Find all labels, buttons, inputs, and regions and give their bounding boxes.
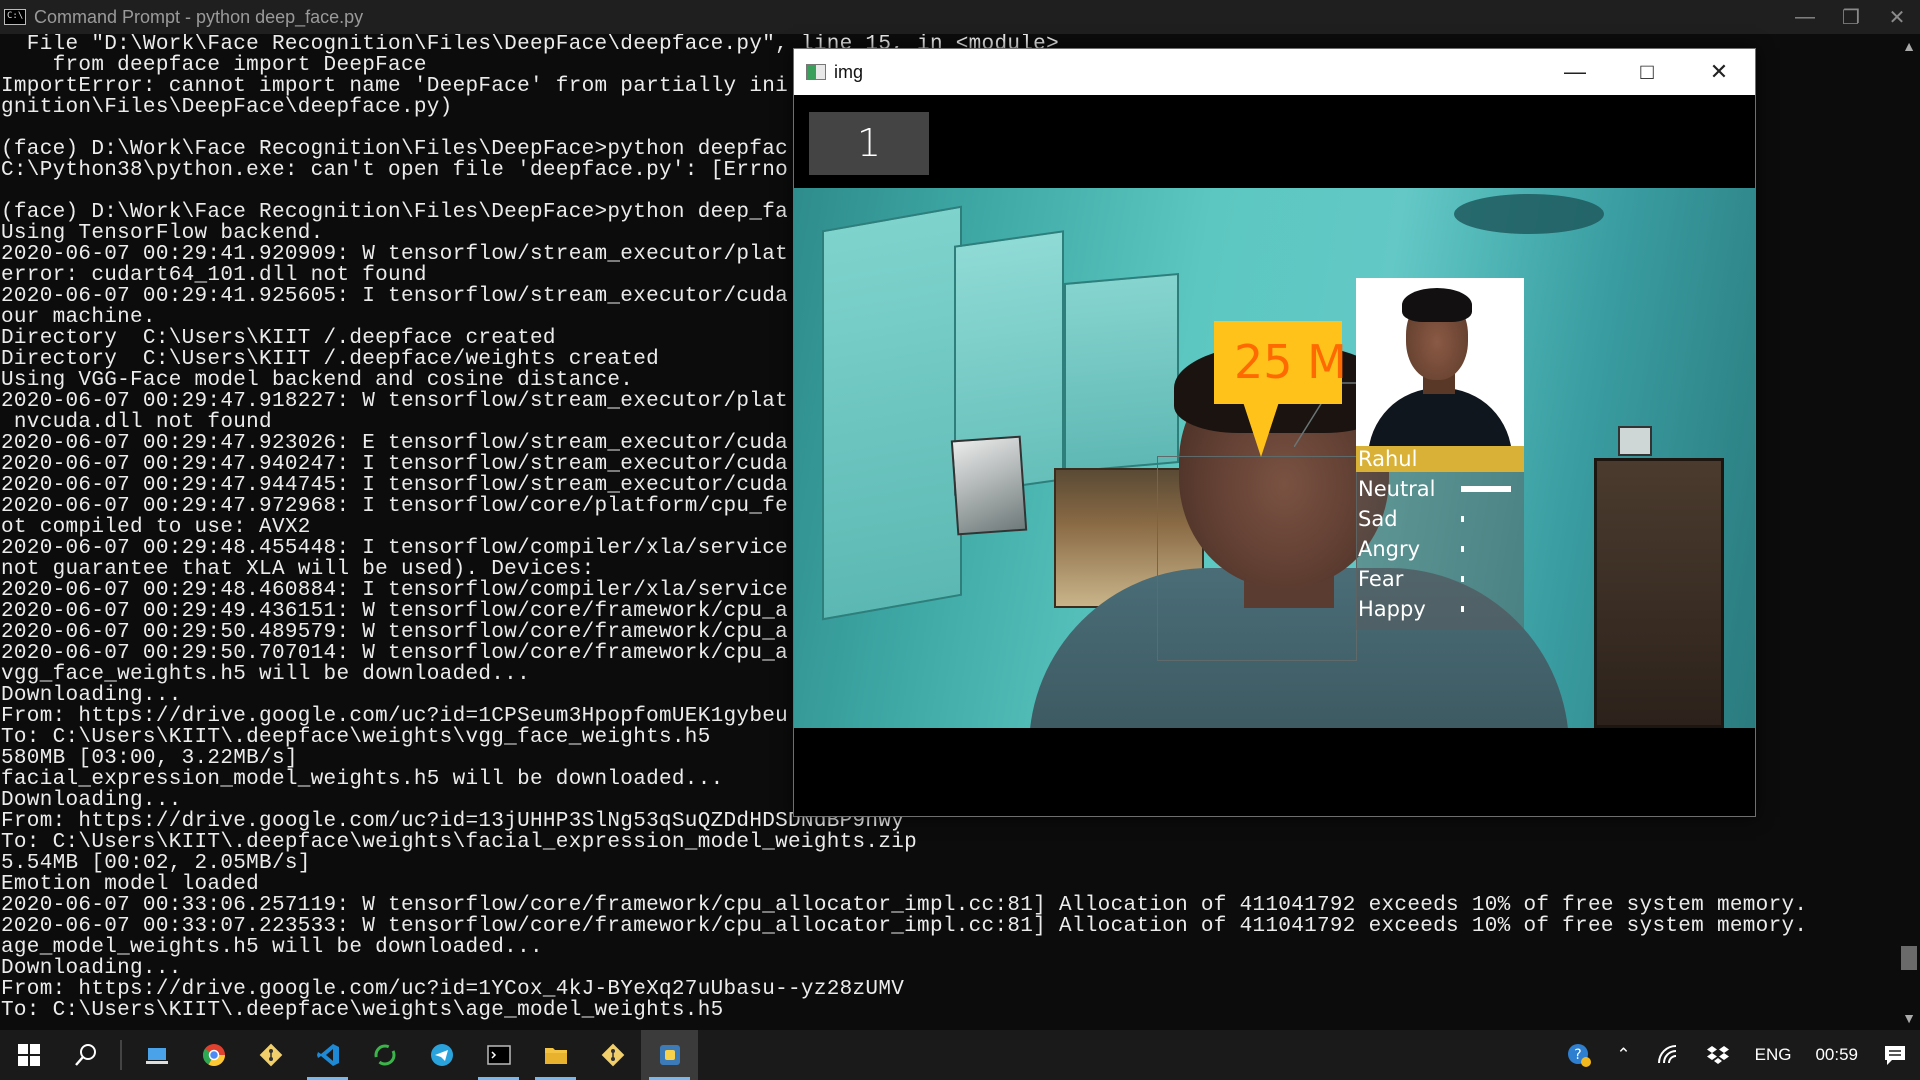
emotion-score-bar	[1461, 516, 1464, 522]
taskbar-app-git[interactable]	[242, 1030, 299, 1080]
computer-icon	[145, 1048, 168, 1064]
emotion-score-bar	[1461, 486, 1511, 492]
emotion-panel: Neutral Sad Angry Fear Happy	[1356, 472, 1524, 630]
cupboard	[822, 205, 962, 621]
python-icon	[659, 1045, 680, 1065]
emotion-score-bar	[1461, 606, 1464, 612]
webcam-frame: 25 M Rahul Neutral Sad Angry Fear Happy	[794, 188, 1755, 728]
svg-text:?: ?	[1575, 1047, 1582, 1063]
emotion-row: Angry	[1356, 534, 1524, 564]
console-line: From: https://drive.google.com/uc?id=1YC…	[1, 978, 905, 1001]
emotion-label: Fear	[1358, 567, 1404, 591]
clock[interactable]: 00:59	[1803, 1030, 1870, 1080]
console-line: Downloading...	[1, 957, 182, 980]
taskbar-app-command-prompt[interactable]	[470, 1030, 527, 1080]
img-content: 1 25 M Rahul Neutral Sad Angry Fear Happ…	[794, 95, 1755, 816]
img-maximize-icon[interactable]: □	[1611, 59, 1683, 85]
photo-shirt	[1368, 388, 1512, 446]
folder-icon	[544, 1048, 567, 1064]
chevron-up-icon: ⌃	[1616, 1045, 1631, 1064]
wall-poster	[950, 435, 1028, 536]
emotion-row: Fear	[1356, 564, 1524, 594]
console-scrollbar[interactable]: ▲ ▼	[1898, 34, 1920, 1030]
help-button[interactable]: ?	[1554, 1030, 1604, 1080]
img-close-icon[interactable]: ✕	[1683, 59, 1755, 85]
emotion-row: Neutral	[1356, 474, 1524, 504]
frame-counter: 1	[809, 112, 929, 175]
terminal-icon	[486, 1045, 511, 1065]
dropbox-icon	[1706, 1046, 1729, 1064]
emotion-score-bar	[1461, 546, 1464, 552]
taskbar-app-sync[interactable]	[356, 1030, 413, 1080]
help-icon: ?	[1568, 1044, 1592, 1067]
console-line: 5.54MB [00:02, 2.05MB/s]	[1, 852, 311, 875]
emotion-label: Happy	[1358, 597, 1426, 621]
notification-icon	[1885, 1046, 1905, 1065]
img-window[interactable]: img — □ ✕ 1 25 M Rahul Neutral Sad Angry…	[793, 48, 1756, 817]
taskbar-app-chrome[interactable]	[185, 1030, 242, 1080]
system-tray: ? ⌃ ENG 00:59	[1554, 1030, 1920, 1080]
wall-picture	[1618, 426, 1652, 456]
scroll-up-icon[interactable]: ▲	[1898, 38, 1920, 54]
console-line: To: C:\Users\KIIT\.deepface\weights\age_…	[1, 999, 724, 1022]
emotion-label: Neutral	[1358, 477, 1436, 501]
console-line: age_model_weights.h5 will be downloaded.…	[1, 936, 543, 959]
emotion-label: Angry	[1358, 537, 1421, 561]
photo-hair	[1402, 288, 1472, 322]
console-titlebar[interactable]: C:\ Command Prompt - python deep_face.py…	[0, 0, 1920, 34]
wifi-icon	[1657, 1045, 1676, 1064]
img-titlebar[interactable]: img — □ ✕	[794, 49, 1755, 95]
vscode-icon	[316, 1044, 339, 1066]
taskbar-app-network[interactable]	[128, 1030, 185, 1080]
img-minimize-icon[interactable]: —	[1539, 59, 1611, 85]
console-line: To: C:\Users\KIIT\.deepface\weights\faci…	[1, 831, 918, 854]
ceiling-fan	[1454, 194, 1604, 234]
door	[1594, 458, 1724, 728]
scrollbar-thumb[interactable]	[1901, 946, 1917, 970]
taskbar: ? ⌃ ENG 00:59	[0, 1030, 1920, 1080]
taskbar-app-python[interactable]	[641, 1030, 698, 1080]
git-icon	[601, 1043, 624, 1067]
restore-icon[interactable]: ❐	[1828, 5, 1874, 30]
minimize-icon[interactable]: —	[1782, 6, 1828, 29]
git-icon	[259, 1043, 282, 1067]
telegram-icon	[430, 1044, 453, 1066]
search-icon	[74, 1044, 96, 1066]
console-line: Emotion model loaded	[1, 873, 260, 896]
command-prompt-icon: C:\	[4, 9, 26, 25]
windows-logo-icon	[17, 1044, 40, 1066]
taskbar-app-git-2[interactable]	[584, 1030, 641, 1080]
language-indicator[interactable]: ENG	[1743, 1030, 1804, 1080]
close-icon[interactable]: ✕	[1874, 5, 1920, 30]
face-bounding-box	[1157, 456, 1357, 661]
emotion-row: Sad	[1356, 504, 1524, 534]
matched-face-photo	[1356, 278, 1524, 446]
show-hidden-icons-button[interactable]: ⌃	[1604, 1030, 1642, 1080]
img-window-title: img	[834, 61, 864, 82]
age-gender-label: 25 M	[1234, 335, 1347, 389]
identity-name: Rahul	[1356, 446, 1524, 472]
start-button[interactable]	[0, 1030, 57, 1080]
sync-icon	[374, 1044, 395, 1066]
image-window-icon	[806, 64, 826, 80]
chrome-icon	[202, 1044, 225, 1066]
taskbar-app-telegram[interactable]	[413, 1030, 470, 1080]
taskbar-app-file-explorer[interactable]	[527, 1030, 584, 1080]
taskbar-separator	[120, 1040, 122, 1070]
wifi-button[interactable]	[1643, 1030, 1693, 1080]
emotion-label: Sad	[1358, 507, 1398, 531]
age-bubble-pointer	[1243, 402, 1279, 457]
dropbox-button[interactable]	[1693, 1030, 1743, 1080]
console-title: Command Prompt - python deep_face.py	[34, 6, 364, 27]
notifications-button[interactable]	[1870, 1030, 1920, 1080]
taskbar-app-vscode[interactable]	[299, 1030, 356, 1080]
search-button[interactable]	[57, 1030, 114, 1080]
console-line: 2020-06-07 00:33:07.223533: W tensorflow…	[1, 915, 1808, 938]
console-line: 2020-06-07 00:33:06.257119: W tensorflow…	[1, 894, 1808, 917]
scroll-down-icon[interactable]: ▼	[1898, 1010, 1920, 1026]
emotion-score-bar	[1461, 576, 1464, 582]
emotion-row: Happy	[1356, 594, 1524, 624]
